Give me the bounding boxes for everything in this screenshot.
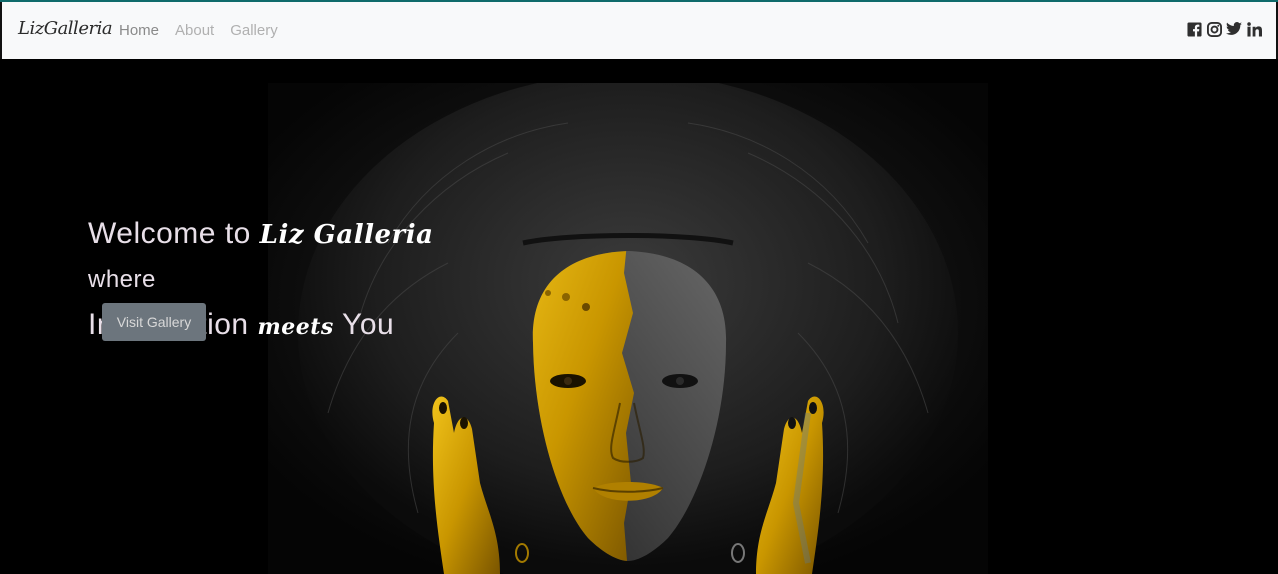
- meets-script-text: meets: [257, 314, 334, 340]
- nav-home[interactable]: Home: [119, 22, 159, 39]
- hero-line-2: where: [88, 266, 156, 293]
- visit-gallery-button[interactable]: Visit Gallery: [102, 303, 206, 341]
- nav-links: Home About Gallery: [119, 22, 278, 39]
- welcome-text: Welcome to: [88, 217, 260, 250]
- navbar: LizGalleria Home About Gallery: [0, 2, 1278, 59]
- facebook-icon[interactable]: [1186, 21, 1202, 37]
- hero-line-1: Welcome to Liz Galleria: [88, 211, 433, 258]
- brand-logo[interactable]: LizGalleria: [18, 18, 113, 39]
- nav-about[interactable]: About: [175, 22, 214, 39]
- nav-gallery[interactable]: Gallery: [230, 22, 278, 39]
- linkedin-icon[interactable]: [1246, 21, 1262, 37]
- instagram-icon[interactable]: [1206, 21, 1222, 37]
- twitter-icon[interactable]: [1226, 21, 1242, 37]
- page: LizGalleria Home About Gallery Welcome t…: [0, 0, 1278, 574]
- you-text: You: [333, 308, 395, 341]
- brand-script-text: Liz Galleria: [259, 220, 434, 250]
- social-links: [1186, 21, 1262, 37]
